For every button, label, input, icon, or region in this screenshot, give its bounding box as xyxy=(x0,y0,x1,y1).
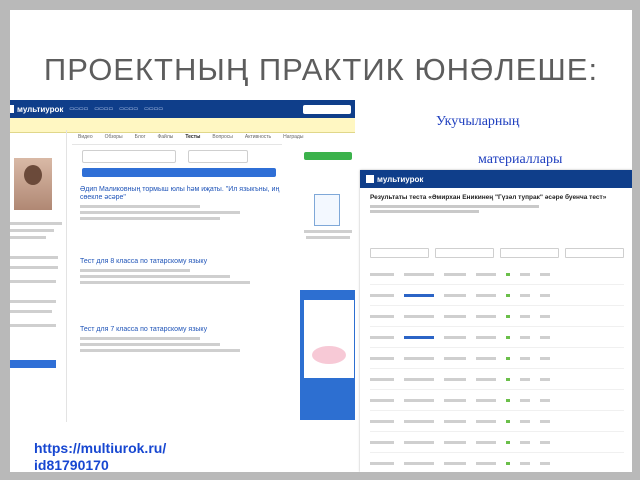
material-title[interactable]: Әдип Маликовның тормыш юлы һәм иҗаты. "И… xyxy=(80,186,280,202)
results-table xyxy=(370,264,624,472)
nav-item[interactable]: ▭▭▭▭ xyxy=(94,106,113,112)
sidebar-button[interactable] xyxy=(10,360,56,368)
add-material-button[interactable] xyxy=(82,168,276,177)
logo-icon xyxy=(10,105,14,113)
filter-field[interactable] xyxy=(370,248,429,258)
certificate-text-line xyxy=(306,236,350,239)
filter-field[interactable] xyxy=(435,248,494,258)
tab-files[interactable]: Файлы xyxy=(157,134,173,140)
results-subtitle-line xyxy=(370,210,479,213)
test-results-screenshot: мультиурок Результаты теста «Әмирхан Ени… xyxy=(360,170,632,472)
tab-tests[interactable]: Тесты xyxy=(185,134,200,140)
profile-navbar: мультиурок ▭▭▭▭ ▭▭▭▭ ▭▭▭▭ ▭▭▭▭ xyxy=(10,100,355,118)
tab-video[interactable]: Видео xyxy=(78,134,93,140)
filter-field[interactable] xyxy=(500,248,559,258)
brand-name: мультиурок xyxy=(377,174,424,184)
profile-screenshot: мультиурок ▭▭▭▭ ▭▭▭▭ ▭▭▭▭ ▭▭▭▭ Видео Обз… xyxy=(10,100,355,422)
table-row xyxy=(370,453,624,472)
sidebar-section-line xyxy=(10,310,52,313)
advertisement-card xyxy=(304,300,354,378)
brand-name: мультиурок xyxy=(17,104,64,114)
material-meta-line xyxy=(80,281,250,284)
caption-line-2: материаллары xyxy=(478,152,563,167)
profile-link-line-2[interactable]: id81790170 xyxy=(34,457,166,472)
sidebar-section-line xyxy=(10,300,56,303)
logo-icon xyxy=(366,175,374,183)
profile-main: Видео Обзоры Блог Файлы Тесты Вопросы Ак… xyxy=(72,130,303,422)
user-menu[interactable] xyxy=(303,104,351,114)
sidebar-stat-line xyxy=(10,256,58,259)
profile-sidebar xyxy=(10,130,67,422)
filter-select[interactable] xyxy=(188,150,248,163)
profile-tabs: Видео Обзоры Блог Файлы Тесты Вопросы Ак… xyxy=(72,130,303,145)
material-meta-line xyxy=(80,217,220,220)
nav-item[interactable]: ▭▭▭▭ xyxy=(144,106,163,112)
table-row xyxy=(370,306,624,327)
tab-blog[interactable]: Блог xyxy=(135,134,146,140)
nav-item[interactable]: ▭▭▭▭ xyxy=(119,106,138,112)
tab-questions[interactable]: Вопросы xyxy=(212,134,232,140)
advertisement-illustration xyxy=(312,346,346,364)
table-row xyxy=(370,390,624,411)
table-row xyxy=(370,369,624,390)
material-meta-line xyxy=(80,337,200,340)
sidebar-section-line xyxy=(10,324,56,327)
filter-field[interactable] xyxy=(565,248,624,258)
profile-info-line xyxy=(10,236,46,239)
results-subtitle-line xyxy=(370,205,539,208)
slide: ПРОЕКТНЫҢ ПРАКТИК ЮНӘЛЕШЕ: мультиурок ▭▭… xyxy=(10,10,632,472)
tab-activity[interactable]: Активность xyxy=(245,134,271,140)
nav-item[interactable]: ▭▭▭▭ xyxy=(69,106,88,112)
material-meta-line xyxy=(80,343,220,346)
material-title[interactable]: Тест для 8 класса по татарскому языку xyxy=(80,258,280,266)
material-title[interactable]: Тест для 7 класса по татарскому языку xyxy=(80,326,280,334)
slide-frame: ПРОЕКТНЫҢ ПРАКТИК ЮНӘЛЕШЕ: мультиурок ▭▭… xyxy=(0,0,640,480)
tab-reviews[interactable]: Обзоры xyxy=(105,134,123,140)
table-row xyxy=(370,411,624,432)
table-row xyxy=(370,285,624,306)
material-meta-line xyxy=(80,211,240,214)
table-row xyxy=(370,264,624,285)
material-item[interactable]: Әдип Маликовның тормыш юлы һәм иҗаты. "И… xyxy=(80,186,280,220)
advertisement-banner[interactable] xyxy=(300,290,355,420)
certificate-text-line xyxy=(304,230,352,233)
sidebar-stat-line xyxy=(10,266,58,269)
material-meta-line xyxy=(80,349,240,352)
results-filters xyxy=(370,248,624,258)
profile-right-column xyxy=(300,130,355,422)
material-meta-line xyxy=(80,269,190,272)
slide-title: ПРОЕКТНЫҢ ПРАКТИК ЮНӘЛЕШЕ: xyxy=(43,52,599,87)
table-row xyxy=(370,348,624,369)
search-input[interactable] xyxy=(82,150,176,163)
table-row xyxy=(370,327,624,348)
avatar xyxy=(14,158,52,210)
profile-link-line-1[interactable]: https://multiurok.ru/ xyxy=(34,440,166,457)
material-meta-line xyxy=(80,205,200,208)
table-row xyxy=(370,432,624,453)
results-navbar: мультиурок xyxy=(360,170,632,188)
material-item[interactable]: Тест для 7 класса по татарскому языку xyxy=(80,326,280,352)
multiurok-logo[interactable]: мультиурок xyxy=(366,175,423,184)
green-button[interactable] xyxy=(304,152,352,160)
profile-info-line xyxy=(10,229,54,232)
material-meta-line xyxy=(80,275,230,278)
results-title: Результаты теста «Әмирхан Еникинең "Гүзә… xyxy=(370,194,607,201)
sidebar-stat-line xyxy=(10,280,56,283)
profile-name-line xyxy=(10,222,62,225)
caption-line-1: Укучыларның xyxy=(436,114,520,129)
certificate-image xyxy=(314,194,340,226)
material-item[interactable]: Тест для 8 класса по татарскому языку xyxy=(80,258,280,284)
multiurok-logo[interactable]: мультиурок xyxy=(10,105,63,114)
profile-link[interactable]: https://multiurok.ru/ id81790170 xyxy=(34,440,166,472)
